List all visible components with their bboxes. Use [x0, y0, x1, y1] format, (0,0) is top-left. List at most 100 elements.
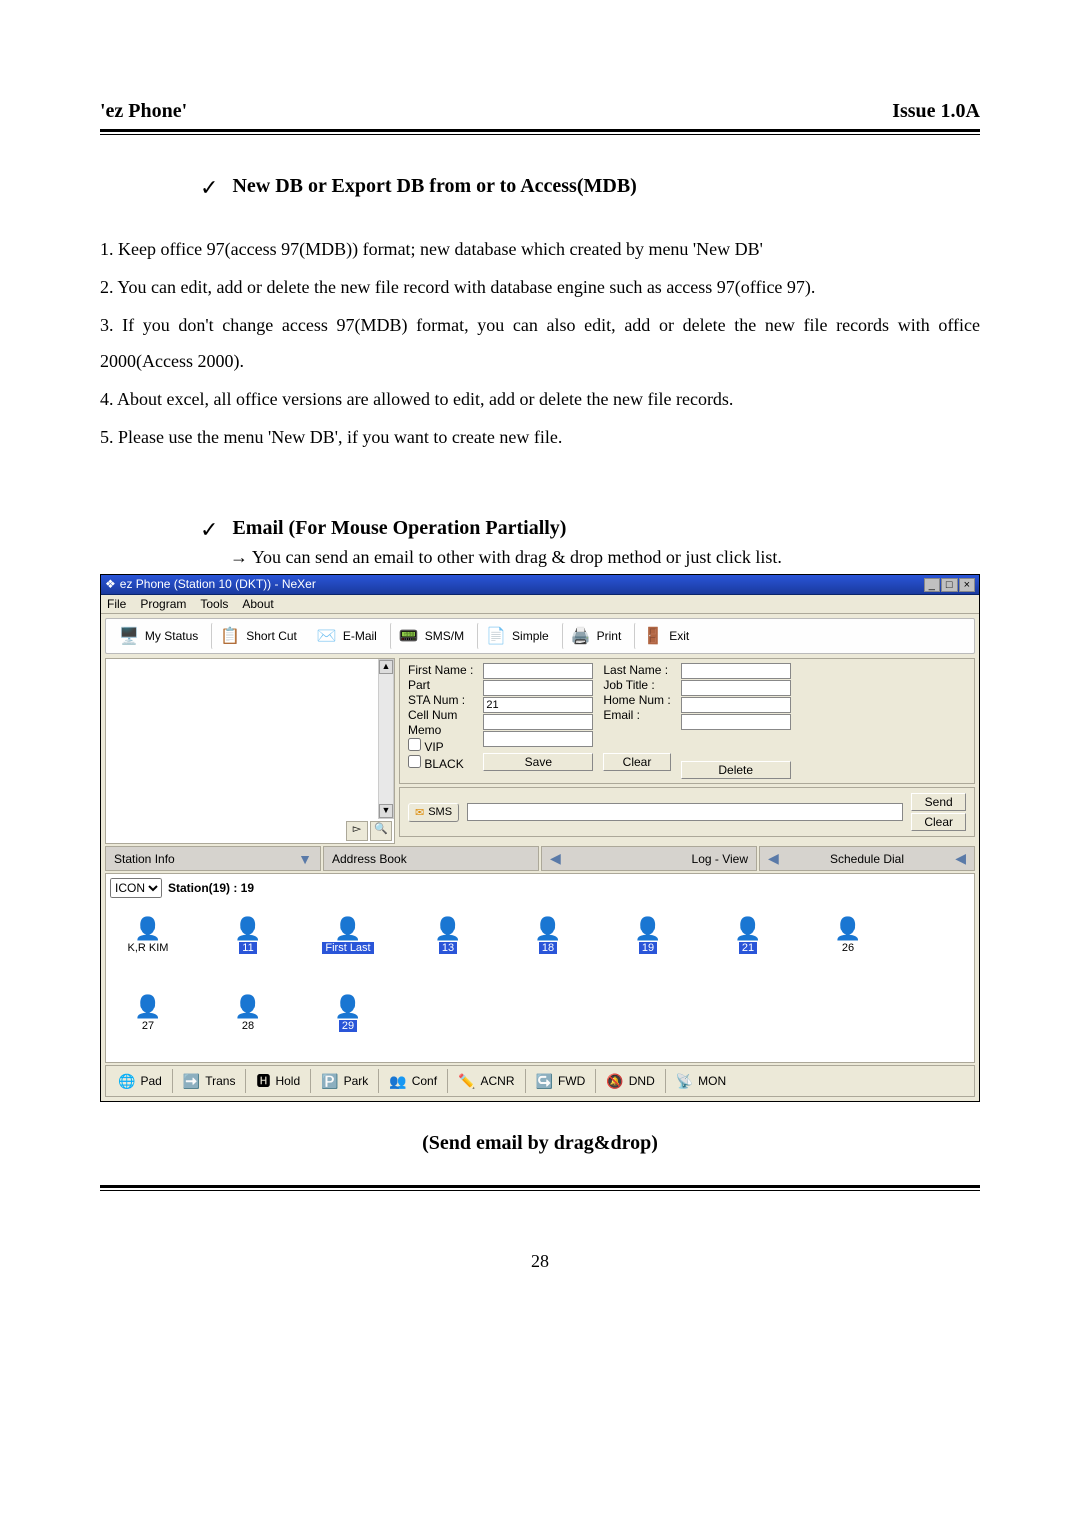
status-pad[interactable]: 🌐Pad: [108, 1069, 173, 1093]
scroll-up-button[interactable]: ▲: [379, 660, 393, 674]
status-hold[interactable]: 🅷Hold: [246, 1069, 311, 1093]
toolbar-simple[interactable]: 📄Simple: [477, 622, 558, 650]
status-mon[interactable]: 📡MON: [666, 1069, 736, 1093]
section1-title: New DB or Export DB from or to Access(MD…: [232, 175, 636, 198]
status-acnr[interactable]: ✏️ACNR: [448, 1069, 525, 1093]
home-num-input[interactable]: [681, 697, 791, 713]
app-icon: ❖: [105, 577, 116, 591]
toolbar-sms[interactable]: 📟SMS/M: [390, 622, 473, 650]
station-label: K,R KIM: [128, 942, 169, 954]
station-label: First Last: [322, 942, 373, 954]
sec1-p1: 1. Keep office 97(access 97(MDB)) format…: [100, 231, 980, 267]
sec1-p3: 3. If you don't change access 97(MDB) fo…: [100, 307, 980, 379]
toolbar-shortcut[interactable]: 📋Short Cut: [211, 622, 306, 650]
sec1-p4: 4. About excel, all office versions are …: [100, 381, 980, 417]
page-number: 28: [100, 1251, 980, 1272]
scrollbar[interactable]: ▲ ▼: [378, 659, 394, 819]
sta-num-input[interactable]: [483, 697, 593, 713]
minimize-button[interactable]: _: [924, 578, 940, 592]
chevron-left-icon: ◀: [955, 850, 966, 867]
list-pane[interactable]: ▲ ▼ ▻ 🔍: [105, 658, 395, 844]
sec1-p2: 2. You can edit, add or delete the new f…: [100, 269, 980, 305]
tab-schedule-dial[interactable]: ◀Schedule Dial◀: [759, 846, 975, 871]
maximize-button[interactable]: □: [941, 578, 958, 592]
simple-icon: 📄: [486, 626, 506, 646]
status-bar: 🌐Pad ➡️Trans 🅷Hold 🅿️Park 👥Conf ✏️ACNR ↪…: [105, 1065, 975, 1097]
station-item[interactable]: 👤K,R KIM: [118, 916, 178, 954]
station-item[interactable]: 👤29: [318, 994, 378, 1032]
station-item[interactable]: 👤First Last: [318, 916, 378, 954]
menu-tools[interactable]: Tools: [200, 597, 228, 611]
footer-rule-thin: [100, 1190, 980, 1191]
sms-send-button[interactable]: Send: [911, 793, 966, 811]
footer-rule-thick: [100, 1185, 980, 1188]
station-header: Station(19) : 19: [168, 881, 254, 895]
dnd-icon: 🔕: [606, 1073, 623, 1090]
status-dnd[interactable]: 🔕DND: [596, 1069, 665, 1093]
figure-caption: (Send email by drag&drop): [100, 1132, 980, 1155]
part-input[interactable]: [483, 680, 593, 696]
icon-dropdown[interactable]: ICON: [110, 878, 162, 898]
menu-bar: File Program Tools About: [101, 595, 979, 614]
station-item[interactable]: 👤19: [618, 916, 678, 954]
sms-clear-button[interactable]: Clear: [911, 813, 966, 831]
menu-program[interactable]: Program: [140, 597, 186, 611]
menu-about[interactable]: About: [242, 597, 273, 611]
job-title-input[interactable]: [681, 680, 791, 696]
save-button[interactable]: Save: [483, 753, 593, 771]
station-item[interactable]: 👤18: [518, 916, 578, 954]
status-park[interactable]: 🅿️Park: [311, 1069, 379, 1093]
search-button[interactable]: 🔍: [370, 821, 392, 841]
detail-panel: First Name : Part STA Num : Cell Num Mem…: [399, 658, 975, 784]
shortcut-icon: 📋: [220, 626, 240, 646]
station-item[interactable]: 👤13: [418, 916, 478, 954]
sms-panel: ✉SMS Send Clear: [399, 787, 975, 837]
status-fwd[interactable]: ↪️FWD: [526, 1069, 597, 1093]
station-item[interactable]: 👤11: [218, 916, 278, 954]
mon-icon: 📡: [676, 1073, 693, 1090]
tab-station-info[interactable]: Station Info▼: [105, 846, 321, 871]
phone-user-icon: 👤: [234, 916, 261, 942]
sms-input[interactable]: [467, 803, 903, 821]
hold-icon: 🅷: [256, 1071, 270, 1091]
cell-num-label: Cell Num: [408, 708, 473, 722]
vip-checkbox[interactable]: VIP: [408, 738, 473, 754]
sta-num-label: STA Num :: [408, 693, 465, 707]
station-item[interactable]: 👤27: [118, 994, 178, 1032]
check-icon: ✓: [200, 517, 218, 543]
title-bar: ❖ez Phone (Station 10 (DKT)) - NeXer _□×: [101, 575, 979, 595]
toolbar-email[interactable]: ✉️E-Mail: [308, 622, 386, 650]
home-num-label: Home Num :: [603, 693, 670, 707]
first-name-input[interactable]: [483, 663, 593, 679]
menu-file[interactable]: File: [107, 597, 126, 611]
fwd-icon: ↪️: [536, 1073, 553, 1090]
phone-user-icon: 👤: [534, 916, 561, 942]
scroll-down-button[interactable]: ▼: [379, 804, 393, 818]
right-arrow-button[interactable]: ▻: [346, 821, 368, 841]
toolbar-exit[interactable]: 🚪Exit: [634, 622, 698, 650]
toolbar-print[interactable]: 🖨️Print: [562, 622, 631, 650]
delete-button[interactable]: Delete: [681, 761, 791, 779]
cell-num-input[interactable]: [483, 714, 593, 730]
memo-input[interactable]: [483, 731, 593, 747]
pad-icon: 🌐: [118, 1073, 135, 1090]
black-checkbox[interactable]: BLACK: [408, 755, 473, 771]
chevron-left-icon: ◀: [768, 850, 779, 867]
station-item[interactable]: 👤28: [218, 994, 278, 1032]
print-icon: 🖨️: [571, 626, 591, 646]
status-conf[interactable]: 👥Conf: [379, 1069, 448, 1093]
tab-address-book[interactable]: Address Book: [323, 846, 539, 871]
clear-button[interactable]: Clear: [603, 753, 670, 771]
park-icon: 🅿️: [321, 1073, 338, 1090]
email-input[interactable]: [681, 714, 791, 730]
phone-user-icon: 👤: [234, 994, 261, 1020]
sms-toggle[interactable]: ✉SMS: [408, 803, 459, 822]
toolbar-mystatus[interactable]: 🖥️My Status: [110, 622, 207, 650]
tab-log-view[interactable]: ◀Log - View: [541, 846, 757, 871]
station-item[interactable]: 👤26: [818, 916, 878, 954]
last-name-input[interactable]: [681, 663, 791, 679]
close-button[interactable]: ×: [959, 578, 975, 592]
station-item[interactable]: 👤21: [718, 916, 778, 954]
status-trans[interactable]: ➡️Trans: [173, 1069, 247, 1093]
station-label: 21: [739, 942, 757, 954]
